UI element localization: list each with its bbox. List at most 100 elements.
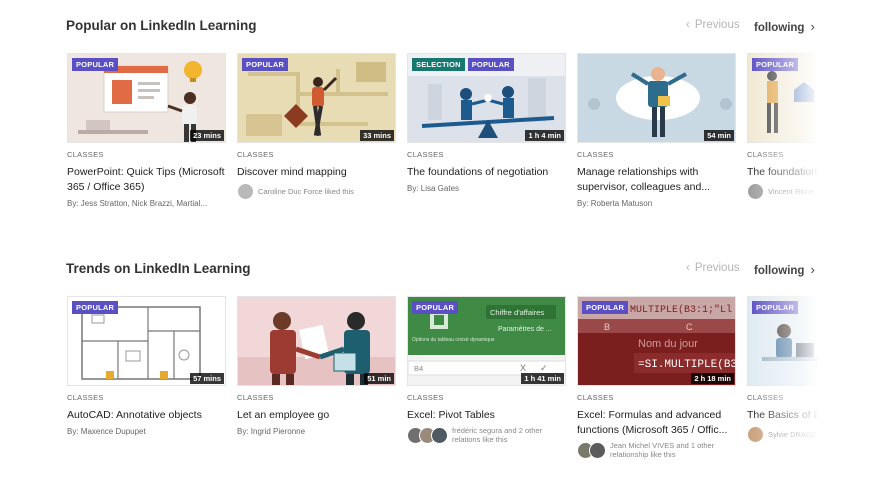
- liked-text: frédéric segura and 2 other relations li…: [452, 426, 543, 444]
- course-thumbnail[interactable]: Chiffre d'affaires Paramètres de ... Opt…: [407, 296, 566, 386]
- course-title[interactable]: Excel: Formulas and advanced functions (…: [577, 408, 736, 438]
- selection-badge: SELECTION: [412, 58, 465, 71]
- badge-group: POPULAR: [72, 58, 119, 71]
- course-carousel: POPULAR 23 mins CLASSES PowerPoint: Quic…: [0, 53, 818, 243]
- badge-group: POPULAR: [412, 301, 459, 314]
- course-title[interactable]: Manage relationships with supervisor, co…: [577, 165, 736, 195]
- course-thumbnail[interactable]: 54 min: [577, 53, 736, 143]
- course-thumbnail[interactable]: POPULAR: [747, 53, 818, 143]
- duration-label: 1 h 41 min: [521, 373, 564, 384]
- previous-button[interactable]: ‹ Previous: [686, 262, 740, 274]
- popular-badge: POPULAR: [752, 58, 799, 71]
- chevron-left-icon: ‹: [686, 19, 690, 31]
- course-title[interactable]: The Basics of B Writing emails: [747, 408, 818, 423]
- column-header: C: [686, 322, 693, 332]
- badge-group: POPULAR: [582, 301, 629, 314]
- course-thumbnail[interactable]: SELECTION POPULAR 1 h 4 min: [407, 53, 566, 143]
- course-thumbnail[interactable]: POPULAR 33 mins: [237, 53, 396, 143]
- course-title[interactable]: The foundations of transformation: [747, 165, 818, 180]
- liked-text: Jean Michel VIVES and 1 other relationsh…: [610, 441, 715, 459]
- chevron-right-icon: ›: [810, 19, 815, 34]
- next-button[interactable]: following ›: [754, 262, 815, 277]
- popular-badge: POPULAR: [242, 58, 289, 71]
- chevron-left-icon: ‹: [686, 262, 690, 274]
- duration-label: 33 mins: [360, 130, 394, 141]
- content-type: CLASSES: [407, 150, 444, 159]
- cell-reference: B4: [414, 364, 423, 373]
- pivot-menu-item: Options du tableau croisé dynamique: [412, 337, 495, 343]
- duration-label: 23 mins: [190, 130, 224, 141]
- course-card[interactable]: 54 min CLASSES Manage relationships with…: [577, 53, 736, 208]
- svg-text:✓: ✓: [540, 363, 548, 373]
- content-type: CLASSES: [237, 393, 274, 402]
- course-card[interactable]: POPULAR 57 mins CLASSES AutoCAD: Annotat…: [67, 296, 226, 436]
- next-button[interactable]: following ›: [754, 19, 815, 34]
- course-carousel: POPULAR 57 mins CLASSES AutoCAD: Annotat…: [0, 296, 818, 486]
- course-thumbnail[interactable]: 51 min: [237, 296, 396, 386]
- pivot-menu-item: Chiffre d'affaires: [490, 308, 544, 317]
- avatar: [431, 426, 448, 444]
- course-card[interactable]: POPULAR CLASSES The foundations of trans…: [747, 53, 818, 200]
- content-type: CLASSES: [747, 150, 784, 159]
- course-title[interactable]: Excel: Pivot Tables: [407, 408, 566, 423]
- formula-bar: MULTIPLE(B3:1;"Ll: [630, 304, 732, 316]
- course-title[interactable]: PowerPoint: Quick Tips (Microsoft 365 / …: [67, 165, 226, 195]
- course-card[interactable]: 51 min CLASSES Let an employee go By: In…: [237, 296, 396, 436]
- previous-button[interactable]: ‹ Previous: [686, 19, 740, 31]
- formula-text: =SI.MULTIPLE(B3: [638, 359, 736, 371]
- course-thumbnail[interactable]: POPULAR 23 mins: [67, 53, 226, 143]
- course-thumbnail[interactable]: MULTIPLE(B3:1;"Ll B C Nom du jour =SI.MU…: [577, 296, 736, 386]
- content-type: CLASSES: [747, 393, 784, 402]
- avatar: [747, 183, 764, 200]
- course-author: By: Ingrid Pieronne: [237, 427, 306, 436]
- badge-group: POPULAR: [72, 301, 119, 314]
- course-card[interactable]: POPULAR CLASSES The Basics of B Writing …: [747, 296, 818, 443]
- social-proof: Jean Michel VIVES and 1 other relationsh…: [577, 441, 736, 459]
- course-title[interactable]: Let an employee go: [237, 408, 396, 423]
- liked-text: Sylvie DRAGE: [768, 430, 817, 439]
- course-card[interactable]: SELECTION POPULAR 1 h 4 min CLASSES The …: [407, 53, 566, 193]
- pivot-menu-item: Paramètres de ...: [498, 326, 552, 333]
- content-type: CLASSES: [407, 393, 444, 402]
- social-proof: frédéric segura and 2 other relations li…: [407, 426, 566, 444]
- course-author: By: Lisa Gates: [407, 184, 460, 193]
- duration-label: 2 h 18 min: [691, 373, 734, 384]
- duration-label: 54 min: [704, 130, 734, 141]
- content-type: CLASSES: [577, 393, 614, 402]
- social-proof: Sylvie DRAGE: [747, 426, 818, 443]
- content-type: CLASSES: [67, 150, 104, 159]
- social-proof: Caroline Duc Force liked this: [237, 183, 396, 200]
- liked-text: Caroline Duc Force liked this: [258, 187, 354, 196]
- content-type: CLASSES: [67, 393, 104, 402]
- course-author: By: Maxence Dupupet: [67, 427, 146, 436]
- badge-group: POPULAR: [752, 58, 799, 71]
- cell-text: Nom du jour: [638, 338, 698, 350]
- chevron-right-icon: ›: [810, 262, 815, 277]
- course-thumbnail[interactable]: POPULAR: [747, 296, 818, 386]
- avatar: [589, 441, 606, 459]
- course-title[interactable]: AutoCAD: Annotative objects: [67, 408, 226, 423]
- popular-badge: POPULAR: [752, 301, 799, 314]
- course-thumbnail[interactable]: POPULAR 57 mins: [67, 296, 226, 386]
- course-card[interactable]: POPULAR 33 mins CLASSES Discover mind ma…: [237, 53, 396, 200]
- course-card[interactable]: MULTIPLE(B3:1;"Ll B C Nom du jour =SI.MU…: [577, 296, 736, 459]
- badge-group: POPULAR: [242, 58, 289, 71]
- popular-badge: POPULAR: [72, 58, 119, 71]
- section-title: Trends on LinkedIn Learning: [66, 261, 251, 276]
- content-type: CLASSES: [237, 150, 274, 159]
- course-title[interactable]: The foundations of negotiation: [407, 165, 566, 180]
- badge-group: SELECTION POPULAR: [412, 58, 514, 71]
- duration-label: 1 h 4 min: [525, 130, 564, 141]
- course-card[interactable]: POPULAR 23 mins CLASSES PowerPoint: Quic…: [67, 53, 226, 208]
- content-type: CLASSES: [577, 150, 614, 159]
- popular-badge: POPULAR: [467, 58, 514, 71]
- avatar: [237, 183, 254, 200]
- course-title[interactable]: Discover mind mapping: [237, 165, 396, 180]
- popular-badge: POPULAR: [72, 301, 119, 314]
- course-card[interactable]: Chiffre d'affaires Paramètres de ... Opt…: [407, 296, 566, 444]
- popular-badge: POPULAR: [582, 301, 629, 314]
- duration-label: 51 min: [364, 373, 394, 384]
- course-author: By: Roberta Matuson: [577, 199, 653, 208]
- liked-text: Vincent Ricne: [768, 187, 815, 196]
- avatar: [747, 426, 764, 443]
